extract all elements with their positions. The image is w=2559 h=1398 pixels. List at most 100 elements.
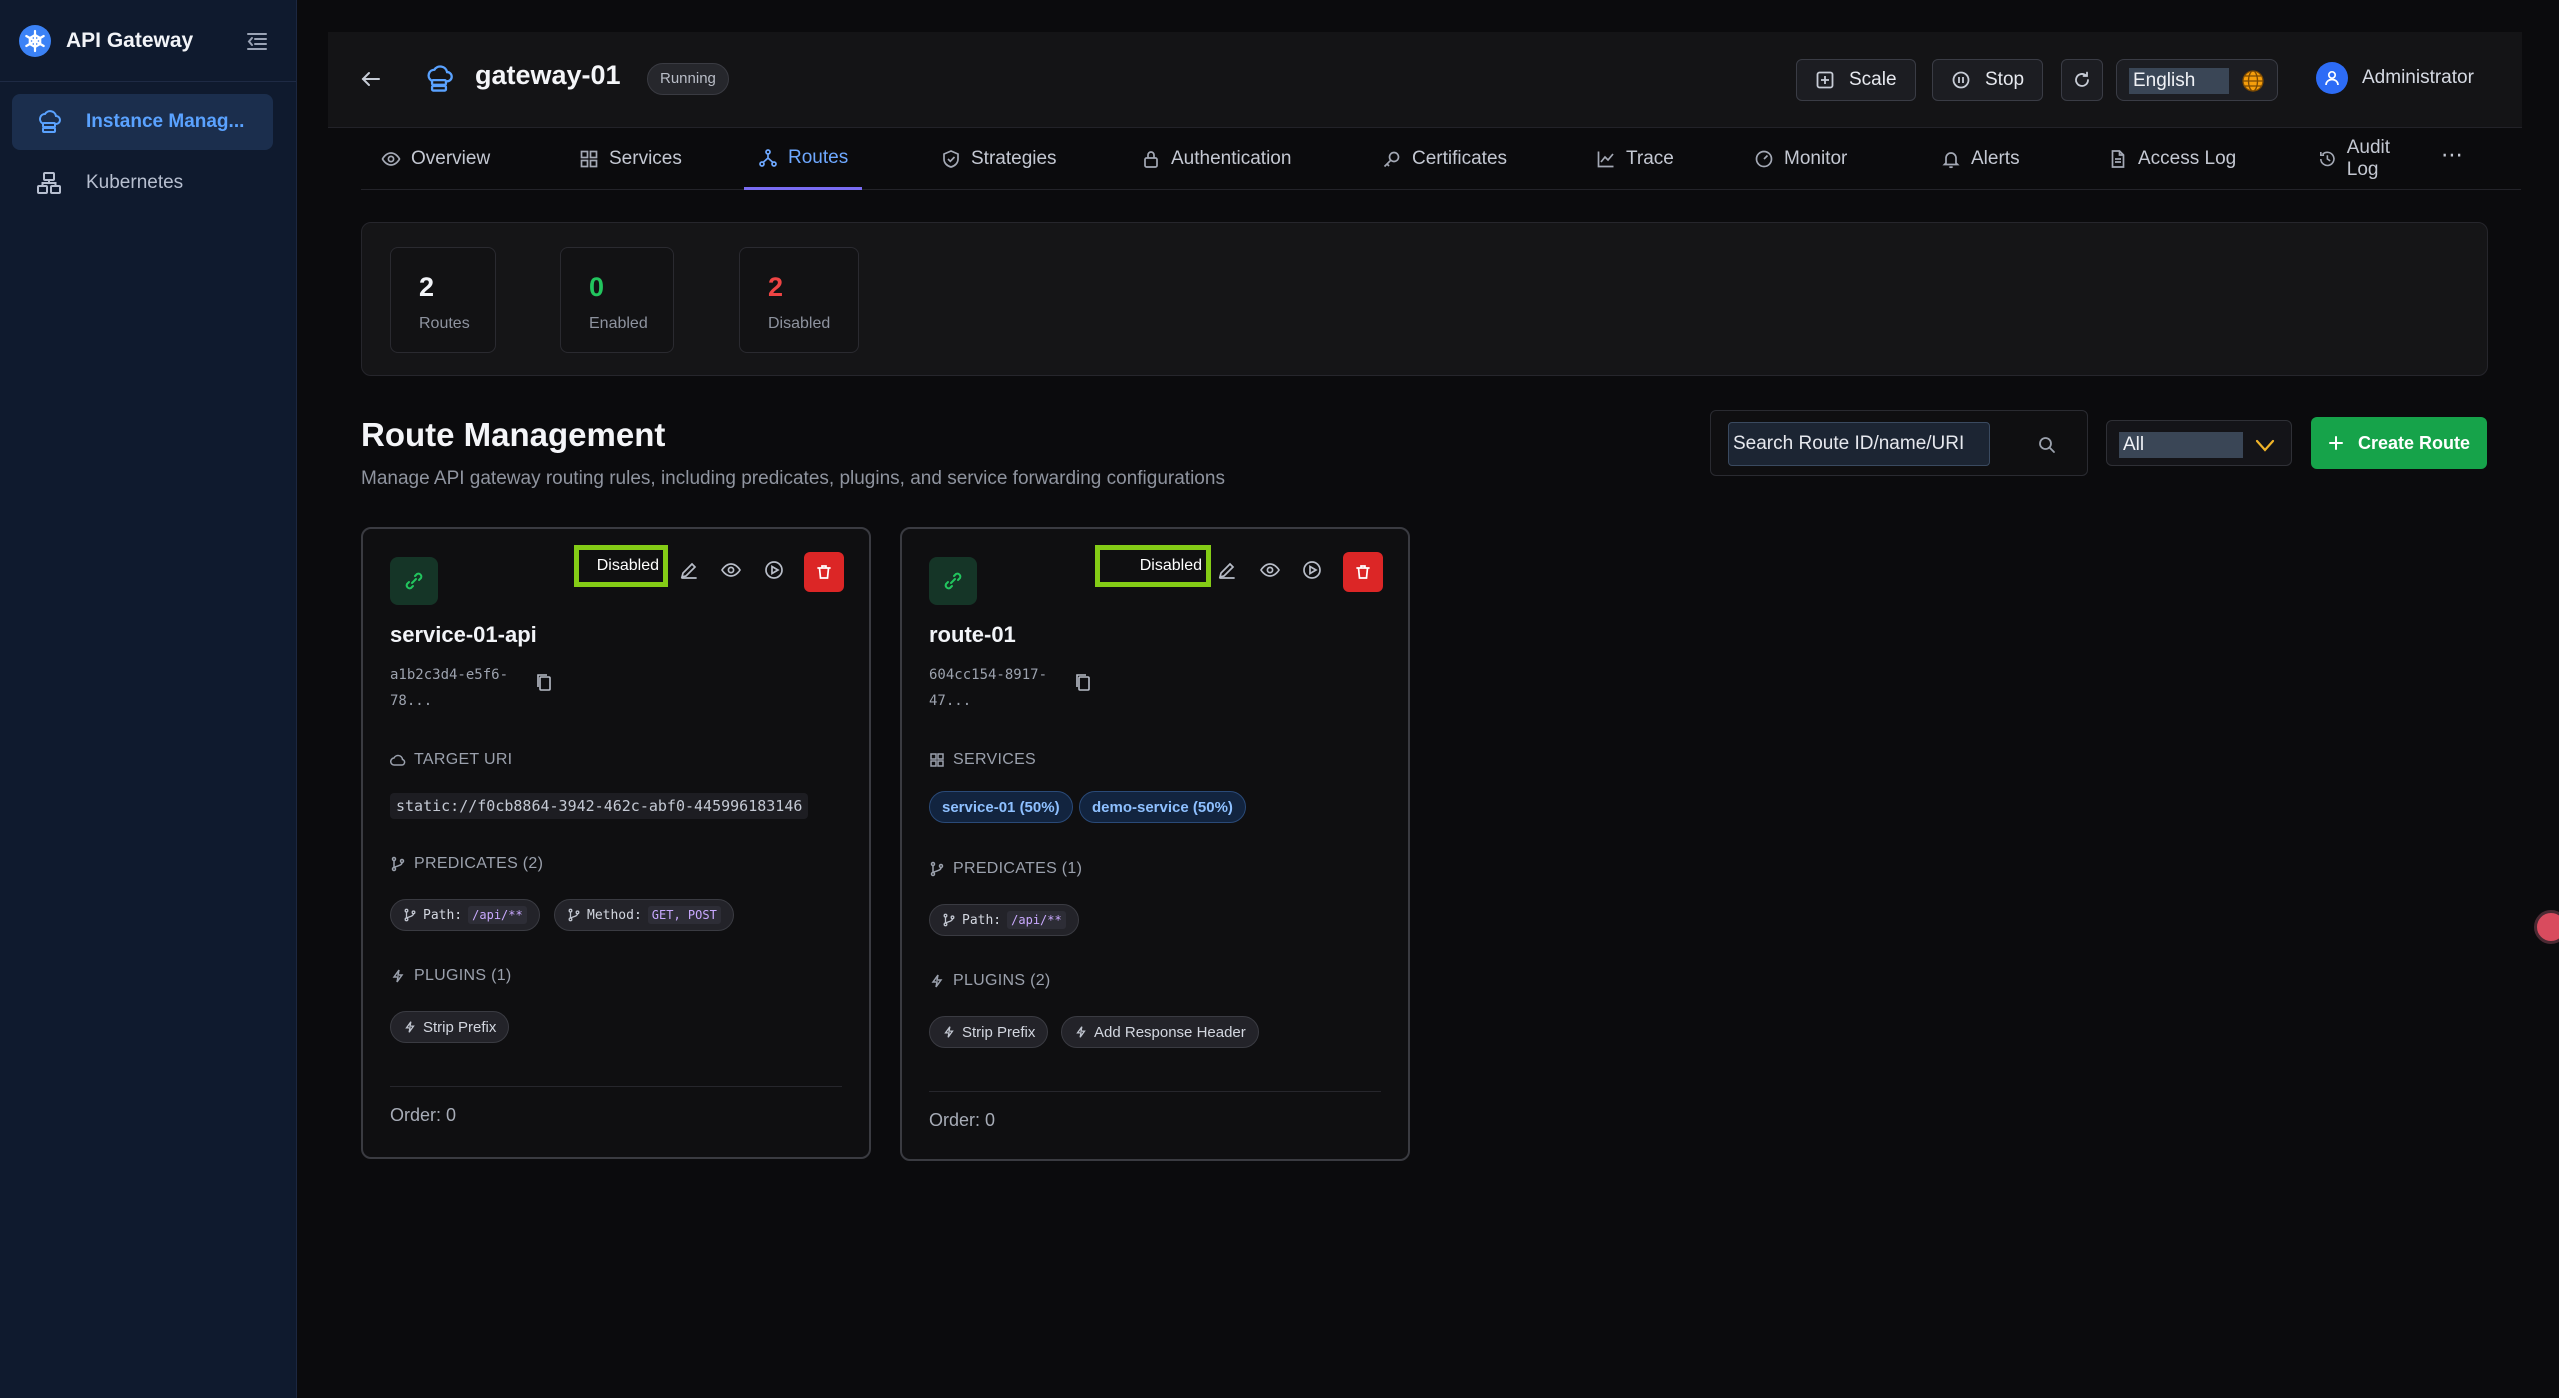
route-status-toggle[interactable]: Disabled xyxy=(574,545,668,587)
plugin-chip: Add Response Header xyxy=(1061,1016,1259,1048)
predicates-label: PREDICATES (2) xyxy=(390,855,543,873)
plug-icon xyxy=(392,969,404,983)
status-filter-value[interactable]: All xyxy=(2119,432,2243,458)
collapse-menu-icon[interactable] xyxy=(244,28,270,54)
refresh-button[interactable] xyxy=(2061,59,2103,101)
key-icon xyxy=(1383,151,1400,168)
plug-icon xyxy=(931,974,943,988)
route-type-icon xyxy=(929,557,977,605)
predicate-chip: Method: GET, POST xyxy=(554,899,734,931)
sidebar: API Gateway Instance Manag... Kubernetes xyxy=(0,0,297,1398)
branch-icon xyxy=(943,913,955,927)
predicate-chip: Path: /api/** xyxy=(929,904,1079,936)
sidebar-item-kubernetes[interactable]: Kubernetes xyxy=(12,155,273,211)
route-id: a1b2c3d4-e5f6-78... xyxy=(390,667,509,709)
expand-icon xyxy=(1816,71,1834,89)
route-id: 604cc154-8917-47... xyxy=(929,667,1048,709)
card-divider xyxy=(929,1091,1381,1092)
delete-route-button[interactable] xyxy=(1343,552,1383,592)
language-selector[interactable]: English xyxy=(2116,59,2278,101)
route-status-toggle[interactable]: Disabled xyxy=(1095,545,1211,587)
link-icon xyxy=(405,572,423,590)
view-icon[interactable] xyxy=(1259,559,1281,581)
link-icon xyxy=(944,572,962,590)
status-filter-select[interactable]: All xyxy=(2106,420,2292,466)
trash-icon xyxy=(1356,565,1370,579)
create-route-button[interactable]: Create Route xyxy=(2311,417,2487,469)
tab-services[interactable]: Services xyxy=(569,128,692,190)
tab-authentication[interactable]: Authentication xyxy=(1131,128,1301,190)
file-icon xyxy=(2111,150,2125,168)
delete-route-button[interactable] xyxy=(804,552,844,592)
stat-value: 2 xyxy=(419,272,435,302)
tab-routes[interactable]: Routes xyxy=(744,128,863,190)
trace-icon xyxy=(1597,151,1614,168)
tab-alerts[interactable]: Alerts xyxy=(1931,128,2030,190)
sidebar-item-label: Instance Manag... xyxy=(86,111,245,132)
edit-icon[interactable] xyxy=(1216,559,1238,581)
brand: API Gateway xyxy=(0,0,296,82)
plug-icon xyxy=(1076,1026,1086,1038)
copy-icon[interactable] xyxy=(1074,672,1092,692)
tab-access-log[interactable]: Access Log xyxy=(2098,128,2246,190)
back-arrow-icon[interactable] xyxy=(358,66,384,92)
tab-certificates[interactable]: Certificates xyxy=(1372,128,1517,190)
scale-label: Scale xyxy=(1849,69,1897,90)
pause-circle-icon xyxy=(1952,71,1970,89)
eye-icon xyxy=(381,152,401,166)
edit-icon[interactable] xyxy=(678,559,700,581)
branch-icon xyxy=(404,908,416,922)
target-uri-label: TARGET URI xyxy=(390,751,512,769)
route-name: route-01 xyxy=(929,622,1016,647)
language-value[interactable]: English xyxy=(2129,68,2229,94)
stat-enabled: 0 Enabled xyxy=(560,247,674,353)
services-label: SERVICES xyxy=(929,751,1036,769)
create-route-label: Create Route xyxy=(2357,432,2471,453)
app-title: API Gateway xyxy=(66,28,194,52)
route-stats-panel: 2 Routes 0 Enabled 2 Disabled xyxy=(361,222,2488,376)
floating-assistant-icon[interactable] xyxy=(2534,910,2559,944)
user-menu[interactable]: Administrator xyxy=(2316,62,2474,94)
scale-button[interactable]: Scale xyxy=(1796,59,1916,101)
tab-trace[interactable]: Trace xyxy=(1586,128,1684,190)
gateway-logo-icon xyxy=(19,24,51,57)
tab-monitor[interactable]: Monitor xyxy=(1744,128,1857,190)
target-uri-value: static://f0cb8864-3942-462c-abf0-4459961… xyxy=(390,793,809,819)
service-chip: demo-service (50%) xyxy=(1079,791,1246,823)
history-icon xyxy=(2320,151,2335,167)
refresh-icon xyxy=(2075,71,2089,87)
page-title: Route Management xyxy=(361,416,666,453)
plug-icon xyxy=(944,1026,954,1038)
stop-button[interactable]: Stop xyxy=(1932,59,2044,101)
route-name: service-01-api xyxy=(390,622,537,647)
tab-overview[interactable]: Overview xyxy=(371,128,500,190)
search-icon[interactable] xyxy=(2037,435,2057,455)
more-tabs-icon[interactable]: ⋯ xyxy=(2441,144,2465,168)
play-circle-icon[interactable] xyxy=(763,559,785,581)
tab-bar: Overview Services Routes Strategies Auth… xyxy=(361,128,2521,190)
plus-icon xyxy=(2328,436,2343,450)
plugins-label: PLUGINS (2) xyxy=(929,972,1051,990)
route-order: Order: 0 xyxy=(929,1110,996,1130)
cluster-icon xyxy=(37,172,61,194)
stat-routes: 2 Routes xyxy=(390,247,496,353)
tab-strategies[interactable]: Strategies xyxy=(931,128,1067,190)
service-chip: service-01 (50%) xyxy=(929,791,1073,823)
copy-icon[interactable] xyxy=(535,672,553,692)
chevron-down-icon xyxy=(2255,439,2275,452)
gateway-title: gateway-01 xyxy=(475,60,621,90)
predicates-label: PREDICATES (1) xyxy=(929,860,1082,878)
sidebar-item-instance-management[interactable]: Instance Manag... xyxy=(12,94,273,150)
stat-value: 0 xyxy=(589,272,605,302)
stop-label: Stop xyxy=(1985,69,2025,90)
user-name: Administrator xyxy=(2362,67,2474,88)
grid-icon xyxy=(930,753,944,767)
search-input[interactable] xyxy=(1728,422,1990,466)
route-order: Order: 0 xyxy=(390,1105,457,1125)
stat-label: Routes xyxy=(419,315,470,332)
view-icon[interactable] xyxy=(720,559,742,581)
stat-disabled: 2 Disabled xyxy=(739,247,859,353)
route-type-icon xyxy=(390,557,438,605)
tab-audit-log[interactable]: Audit Log xyxy=(2308,128,2432,190)
play-circle-icon[interactable] xyxy=(1301,559,1323,581)
